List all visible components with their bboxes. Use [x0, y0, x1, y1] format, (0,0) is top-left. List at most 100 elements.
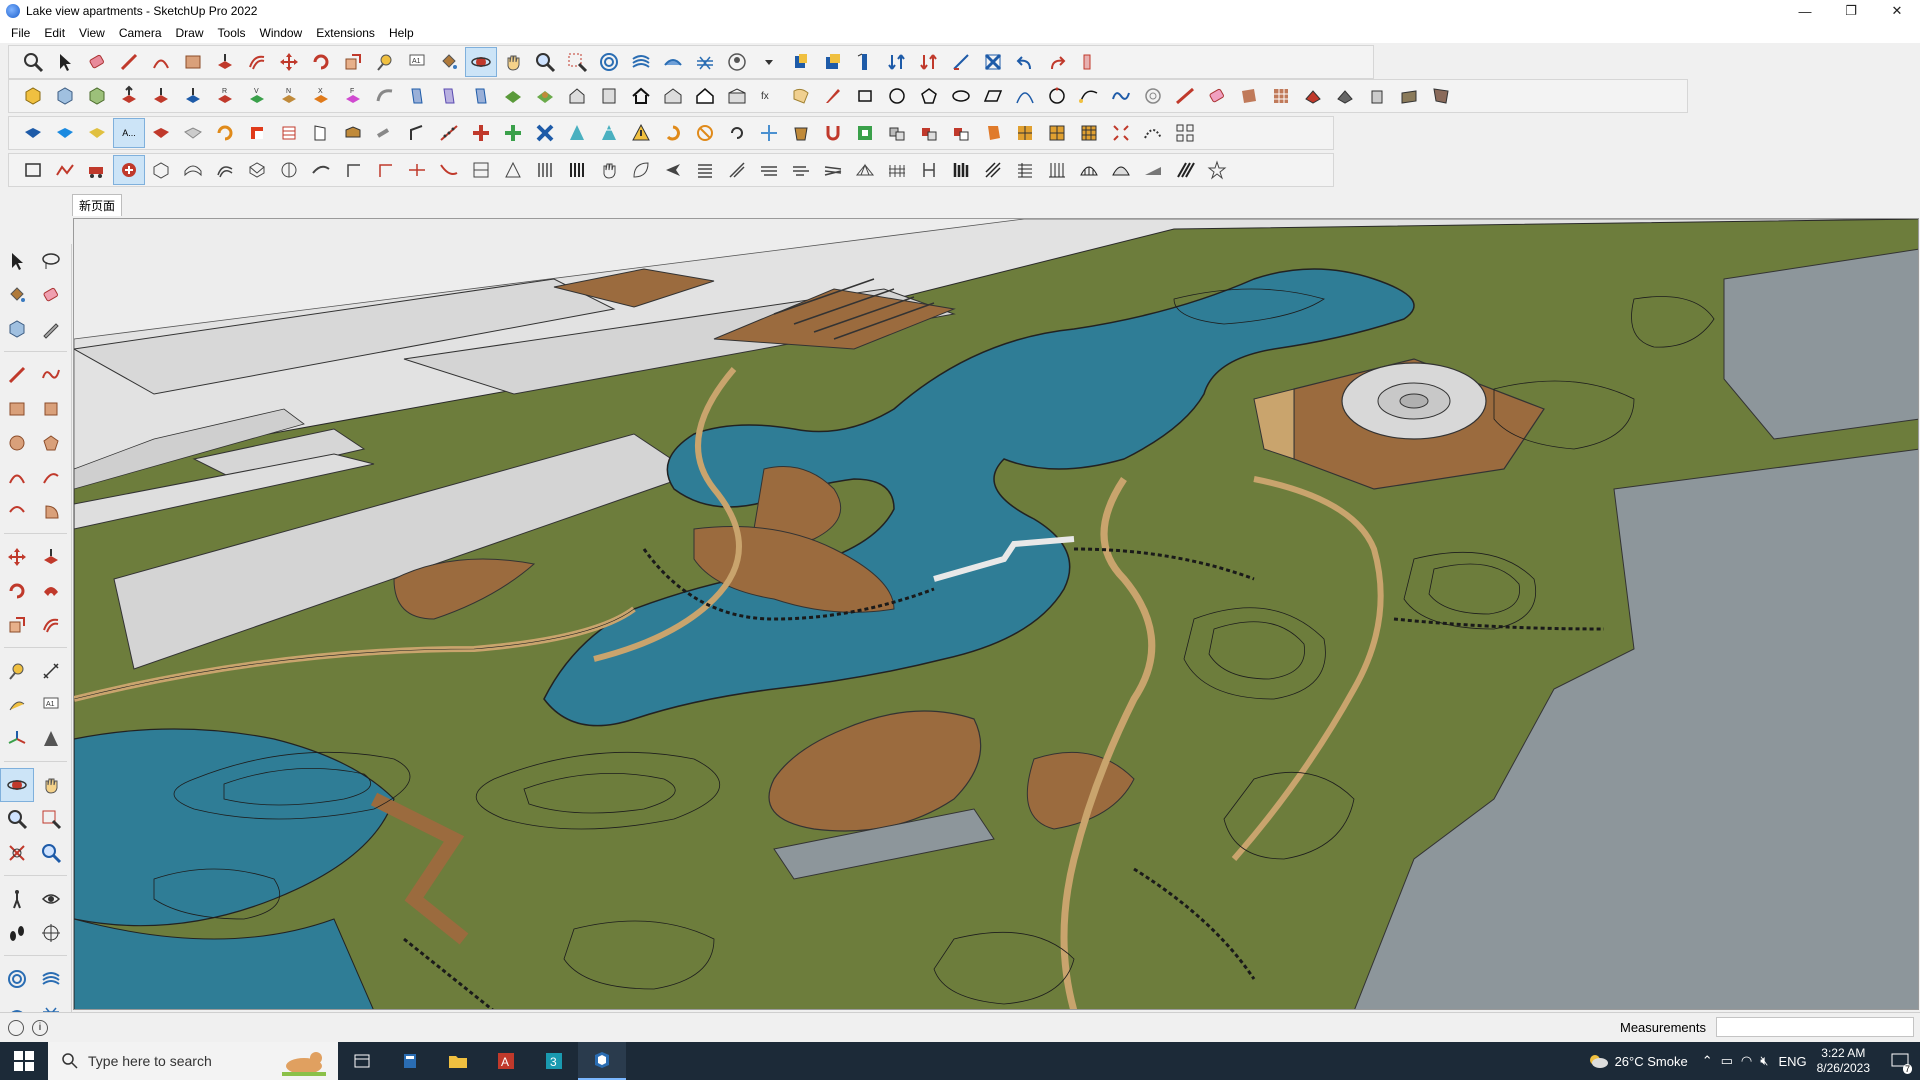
axes-tool-icon[interactable]	[0, 722, 34, 756]
menu-view[interactable]: View	[72, 26, 112, 40]
dome-icon[interactable]	[1073, 155, 1105, 185]
pattern-icon[interactable]	[1009, 118, 1041, 148]
window-tool-icon[interactable]	[337, 118, 369, 148]
curve-red-icon[interactable]	[433, 155, 465, 185]
arrow-left-icon[interactable]	[657, 155, 689, 185]
two-point-arc-icon[interactable]	[34, 460, 68, 494]
cross-green-icon[interactable]	[497, 118, 529, 148]
section-plane-icon[interactable]	[34, 916, 68, 950]
eraser-icon[interactable]	[34, 278, 68, 312]
solid-tools-icon[interactable]	[881, 47, 913, 77]
text-tool-icon[interactable]: A1	[34, 688, 68, 722]
section-plane-icon[interactable]	[849, 47, 881, 77]
magnet-icon[interactable]	[817, 118, 849, 148]
eraser-tool-icon[interactable]	[81, 47, 113, 77]
rotate-tool-icon[interactable]	[305, 47, 337, 77]
render-icon[interactable]	[1297, 81, 1329, 111]
undo-push-pull-icon[interactable]: V	[241, 81, 273, 111]
bar-stack-icon[interactable]	[945, 155, 977, 185]
cross-blue-icon[interactable]	[529, 118, 561, 148]
filler-push-pull-icon[interactable]: N	[273, 81, 305, 111]
render-material-icon[interactable]	[1393, 81, 1425, 111]
select-tool-icon[interactable]	[49, 47, 81, 77]
push-pull-icon[interactable]	[34, 540, 68, 574]
scene-tab-1[interactable]: 新页面	[72, 194, 123, 216]
normal-push-pull-icon[interactable]: R	[209, 81, 241, 111]
dropdown-arrow-icon[interactable]	[753, 47, 785, 77]
redo-icon[interactable]	[1041, 47, 1073, 77]
minimize-button[interactable]: —	[1782, 0, 1828, 22]
pie-tool-icon[interactable]	[34, 494, 68, 528]
model-info-icon[interactable]	[785, 47, 817, 77]
rotate-orange-icon[interactable]	[209, 118, 241, 148]
helix-icon[interactable]	[1137, 81, 1169, 111]
offset-tool-icon[interactable]	[241, 47, 273, 77]
polygon-icon[interactable]	[913, 81, 945, 111]
speaker-muted-icon[interactable]: 🔇︎	[1760, 1053, 1768, 1069]
scale-tool-icon[interactable]	[337, 47, 369, 77]
ellipse-icon[interactable]	[945, 81, 977, 111]
zoom-extents-icon[interactable]	[17, 47, 49, 77]
notification-center-icon[interactable]: 7	[1880, 1042, 1920, 1080]
column-lines-icon[interactable]	[1041, 155, 1073, 185]
menu-extensions[interactable]: Extensions	[309, 26, 382, 40]
sandbox-smoove-icon[interactable]	[657, 47, 689, 77]
autocad-app-icon[interactable]: A	[482, 1042, 530, 1080]
star-icon[interactable]	[1201, 155, 1233, 185]
fill-face-icon[interactable]: F	[337, 81, 369, 111]
terrain-icon[interactable]	[497, 81, 529, 111]
pan-tool-icon[interactable]	[497, 47, 529, 77]
rectangle-tool-icon[interactable]	[177, 47, 209, 77]
previous-view-icon[interactable]	[34, 836, 68, 870]
follow-me-icon[interactable]	[34, 574, 68, 608]
make-group-icon[interactable]	[49, 81, 81, 111]
zoom-tool-icon[interactable]	[529, 47, 561, 77]
tape-measure-icon[interactable]	[0, 654, 34, 688]
panels-icon[interactable]	[849, 118, 881, 148]
file-explorer-icon[interactable]	[434, 1042, 482, 1080]
explode-icon[interactable]	[1105, 118, 1137, 148]
stair-lines-icon[interactable]	[689, 155, 721, 185]
ramp-icon[interactable]	[465, 81, 497, 111]
close-button[interactable]: ✕	[1874, 0, 1920, 22]
formula-icon[interactable]: fx	[753, 81, 785, 111]
zoom-window-icon[interactable]	[34, 802, 68, 836]
knife-icon[interactable]	[817, 81, 849, 111]
extrude-icon[interactable]	[113, 81, 145, 111]
columns-icon[interactable]	[529, 155, 561, 185]
offset-tool-icon[interactable]	[34, 608, 68, 642]
chevron-up-icon[interactable]: ⌃	[1702, 1053, 1713, 1069]
cube-outline-icon[interactable]	[145, 155, 177, 185]
standard-views-icon[interactable]	[977, 47, 1009, 77]
geolocation-icon[interactable]	[8, 1019, 24, 1036]
dome-2-icon[interactable]	[1105, 155, 1137, 185]
wifi-icon[interactable]: ◠	[1741, 1053, 1752, 1069]
tag-tool-icon[interactable]	[34, 312, 68, 346]
sandbox-stamp-icon[interactable]	[689, 47, 721, 77]
flip-icon[interactable]	[913, 47, 945, 77]
spline-icon[interactable]	[1105, 81, 1137, 111]
info-icon[interactable]: i	[32, 1019, 48, 1036]
corner-red-icon[interactable]	[369, 155, 401, 185]
grid-fine-icon[interactable]	[1073, 118, 1105, 148]
lasso-select-icon[interactable]	[34, 244, 68, 278]
thicken-icon[interactable]: X	[305, 81, 337, 111]
menu-help[interactable]: Help	[382, 26, 421, 40]
vector-push-pull-icon[interactable]	[177, 81, 209, 111]
sweep-icon[interactable]	[177, 155, 209, 185]
paint-bucket-icon[interactable]	[433, 47, 465, 77]
circle-3p-icon[interactable]	[1041, 81, 1073, 111]
calculator-app-icon[interactable]	[386, 1042, 434, 1080]
square-red-icon[interactable]	[241, 118, 273, 148]
render-scene-icon[interactable]	[1329, 81, 1361, 111]
bezier-icon[interactable]	[1073, 81, 1105, 111]
gable-icon[interactable]	[689, 81, 721, 111]
frame-icon[interactable]	[465, 155, 497, 185]
menu-window[interactable]: Window	[253, 26, 310, 40]
three-point-arc-icon[interactable]	[0, 494, 34, 528]
skin-icon[interactable]	[241, 155, 273, 185]
loop-icon[interactable]	[721, 118, 753, 148]
battery-icon[interactable]: ▭	[1721, 1053, 1733, 1069]
bracket-icon[interactable]	[913, 155, 945, 185]
warning-icon[interactable]	[625, 118, 657, 148]
